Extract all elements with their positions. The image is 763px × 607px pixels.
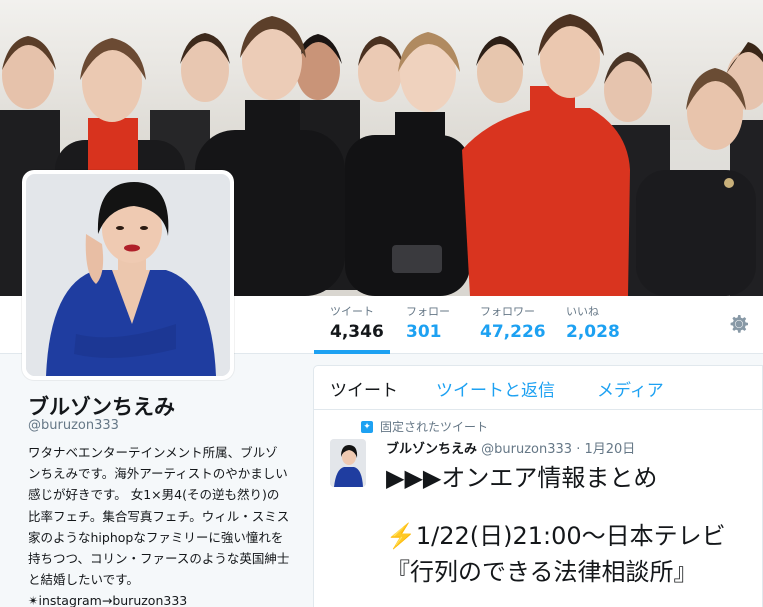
tweet-text-line1: ▶︎▶︎▶︎オンエア情報まとめ <box>386 464 658 492</box>
profile-bio: ワタナベエンターテインメント所属、ブルゾンちえみです。海外アーティストのやかまし… <box>28 445 290 607</box>
stat-tweets[interactable]: ツイート 4,346 <box>314 304 390 354</box>
stat-tweets-label: ツイート <box>330 305 374 318</box>
tweet-avatar-photo <box>330 439 366 487</box>
tweet-meta[interactable]: @buruzon333 · 1月20日 <box>481 442 635 457</box>
stat-followers-label: フォロワー <box>480 305 535 318</box>
tab-tweets[interactable]: ツイート <box>330 376 398 401</box>
stat-followers[interactable]: フォロワー 47,226 <box>478 304 548 354</box>
tweet-text-line2: ⚡️1/22(日)21:00〜日本テレビ <box>386 522 726 550</box>
timeline-tabs: ツイート ツイートと返信 メディア <box>314 366 762 410</box>
gear-icon[interactable] <box>727 312 751 336</box>
stat-likes-label: いいね <box>566 305 599 318</box>
stat-tweets-value: 4,346 <box>330 322 384 342</box>
tab-tweets-replies[interactable]: ツイートと返信 <box>436 376 555 401</box>
profile-handle[interactable]: @buruzon333 <box>28 418 119 433</box>
stat-following-value: 301 <box>406 322 442 342</box>
tweet-text-line3: 『行列のできる法律相談所』 <box>386 558 698 586</box>
pin-icon: ✦ <box>361 421 373 433</box>
profile-avatar[interactable] <box>22 170 234 380</box>
timeline: ツイート ツイートと返信 メディア ✦ 固定されたツイート ブルゾンちえみ @b… <box>313 365 763 607</box>
pinned-label: 固定されたツイート <box>380 420 489 434</box>
stat-followers-value: 47,226 <box>480 322 546 342</box>
stat-likes[interactable]: いいね 2,028 <box>564 304 622 354</box>
stat-likes-value: 2,028 <box>566 322 620 342</box>
stat-following-label: フォロー <box>406 305 450 318</box>
tweet-author[interactable]: ブルゾンちえみ <box>386 442 477 457</box>
tweet-header: ブルゾンちえみ @buruzon333 · 1月20日 <box>386 438 635 457</box>
stat-following[interactable]: フォロー 301 <box>404 304 452 354</box>
avatar-photo <box>26 174 230 376</box>
profile-name[interactable]: ブルゾンちえみ <box>28 391 175 421</box>
tweet-avatar[interactable] <box>330 439 366 487</box>
tab-media[interactable]: メディア <box>597 376 664 401</box>
